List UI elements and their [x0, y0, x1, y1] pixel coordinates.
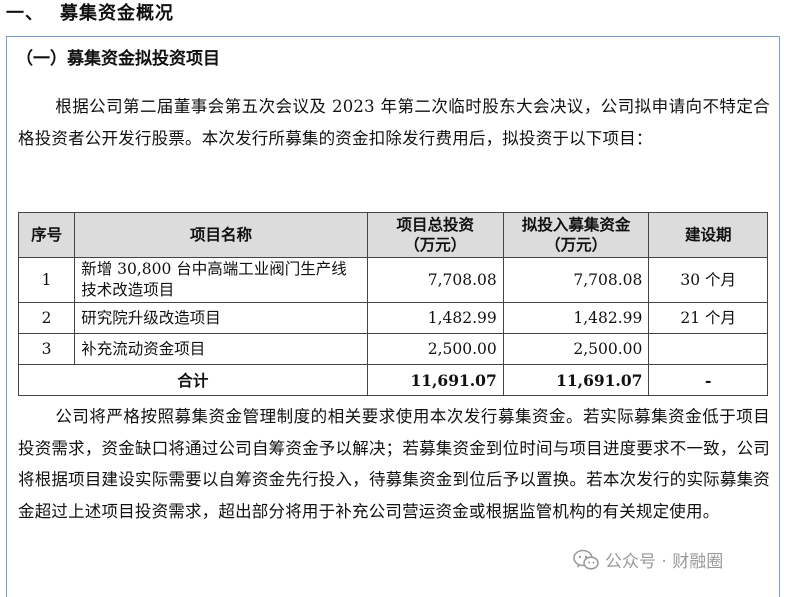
watermark-text: 公众号 · 财融圈 — [605, 552, 724, 572]
row-total-investment: 7,708.08 — [366, 257, 504, 303]
section-title: 募集资金概况 — [60, 3, 174, 24]
row-project-name: 补充流动资金项目 — [74, 333, 368, 365]
closing-paragraph: 公司将严格按照募集资金管理制度的相关要求使用本次发行募集资金。若实际募集资金低于… — [18, 401, 770, 527]
intro-text: 根据公司第二届董事会第五次会议及 2023 年第二次临时股东大会决议，公司拟申请… — [18, 97, 770, 148]
closing-text: 公司将严格按照募集资金管理制度的相关要求使用本次发行募集资金。若实际募集资金低于… — [18, 407, 770, 521]
row-project-name: 研究院升级改造项目 — [74, 302, 368, 334]
intro-paragraph: 根据公司第二届董事会第五次会议及 2023 年第二次临时股东大会决议，公司拟申请… — [18, 91, 770, 154]
row-raised-funds: 1,482.99 — [502, 302, 650, 334]
table-row: 3 补充流动资金项目 2,500.00 2,500.00 — [17, 333, 768, 365]
header-project-name: 项目名称 — [74, 212, 368, 258]
subsection-title: （一）募集资金拟投资项目 — [16, 49, 220, 69]
row-total-investment: 1,482.99 — [366, 302, 504, 334]
header-total-investment-line1: 项目总投资 — [396, 216, 475, 234]
header-raised-funds-unit: （万元） — [545, 236, 608, 254]
total-raised-funds: 11,691.07 — [502, 364, 650, 396]
header-raised-funds: 拟投入募集资金 （万元） — [502, 212, 650, 258]
wechat-icon — [573, 549, 599, 570]
total-investment: 11,691.07 — [366, 364, 504, 396]
header-total-investment-unit: （万元） — [404, 236, 467, 254]
investment-projects-table: 序号 项目名称 项目总投资 （万元） 拟投入募集资金 （万元） 建设期 1 新增 3… — [17, 212, 768, 396]
header-total-investment: 项目总投资 （万元） — [366, 212, 504, 258]
watermark: 公众号 · 财融圈 — [573, 547, 724, 572]
row-raised-funds: 2,500.00 — [502, 333, 650, 365]
table-row: 1 新增 30,800 台中高端工业阀门生产线技术改造项目 7,708.08 7… — [17, 257, 768, 303]
row-period — [648, 333, 768, 365]
table-total-row: 合计 11,691.07 11,691.07 - — [18, 364, 768, 396]
header-raised-funds-line1: 拟投入募集资金 — [521, 216, 631, 234]
section-heading: 一、 募集资金概况 — [6, 0, 174, 28]
total-label: 合计 — [18, 364, 368, 396]
row-raised-funds: 7,708.08 — [502, 257, 650, 303]
row-seq: 3 — [17, 333, 76, 365]
row-period: 30 个月 — [648, 257, 768, 303]
row-project-name: 新增 30,800 台中高端工业阀门生产线技术改造项目 — [74, 257, 368, 303]
row-seq: 2 — [17, 302, 76, 334]
section-number: 一、 — [6, 3, 44, 24]
row-seq: 1 — [17, 257, 76, 303]
total-period: - — [648, 364, 768, 396]
row-period: 21 个月 — [648, 302, 768, 334]
table-row: 2 研究院升级改造项目 1,482.99 1,482.99 21 个月 — [17, 302, 768, 334]
header-seq: 序号 — [17, 212, 76, 258]
row-total-investment: 2,500.00 — [366, 333, 504, 365]
header-construction-period: 建设期 — [648, 212, 768, 258]
table-header-row: 序号 项目名称 项目总投资 （万元） 拟投入募集资金 （万元） 建设期 — [17, 212, 768, 258]
